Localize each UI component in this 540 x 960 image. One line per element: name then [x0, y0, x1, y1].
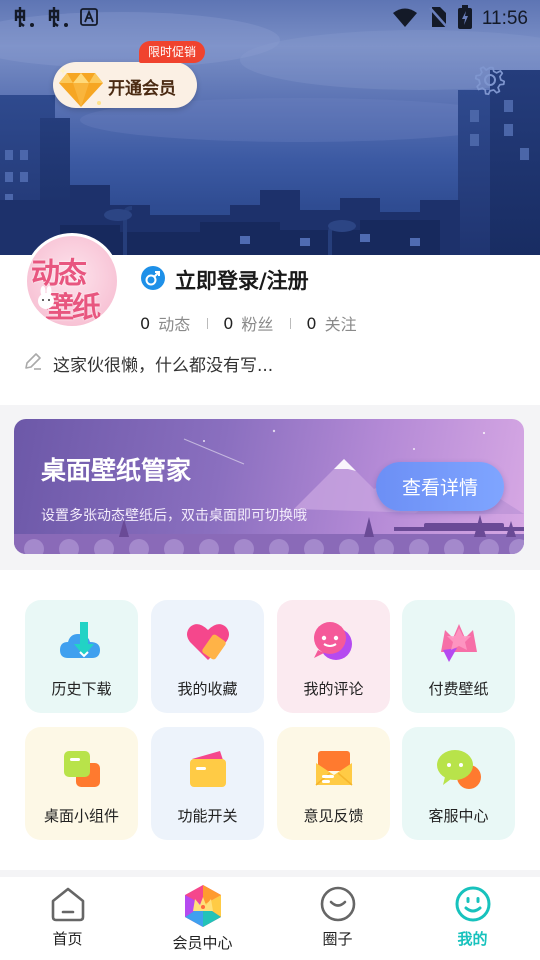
stat-following[interactable]: 0 关注 — [306, 311, 356, 335]
app-notification-icon — [46, 5, 72, 33]
bio[interactable]: 这家伙很懒，什么都没有写... — [23, 351, 273, 376]
home-icon — [49, 885, 87, 927]
nav-mine[interactable]: 我的 — [405, 877, 540, 960]
profile-card: 动态 壁纸 立即登录/注册 0 动态 0 粉丝 0 关注 这家伙很懒，什么都没有… — [0, 233, 540, 405]
avatar[interactable]: 动态 壁纸 — [24, 233, 120, 329]
feature-toggles[interactable]: 功能开关 — [151, 727, 264, 840]
stat-value: 0 — [140, 313, 151, 333]
feature-grid: 历史下载 我的收藏 我的评论 付费壁纸 桌面小组件 功能开关 意见反馈 客服中心 — [0, 570, 540, 870]
feature-label: 功能开关 — [177, 807, 238, 825]
feature-label: 桌面小组件 — [43, 807, 119, 825]
feature-label: 付费壁纸 — [428, 680, 489, 698]
pencil-icon — [23, 351, 43, 376]
stat-followers[interactable]: 0 粉丝 — [223, 311, 273, 335]
nav-label: 首页 — [52, 930, 83, 948]
feedback-envelope-icon — [310, 745, 358, 793]
stat-posts[interactable]: 0 动态 — [140, 311, 190, 335]
crown-star-icon — [435, 618, 483, 666]
nav-circle[interactable]: 圈子 — [270, 877, 405, 960]
heart-icon — [184, 618, 232, 666]
nav-vip-center[interactable]: 会员中心 — [135, 877, 270, 960]
open-vip-label: 开通会员 — [108, 79, 176, 99]
feature-my-favorites[interactable]: 我的收藏 — [151, 600, 264, 713]
settings-button[interactable] — [474, 64, 506, 100]
customer-service-chat-icon — [435, 745, 483, 793]
stat-label: 粉丝 — [241, 315, 274, 334]
divider — [290, 317, 292, 329]
nav-home[interactable]: 首页 — [0, 877, 135, 960]
divider — [207, 317, 209, 329]
nav-label: 我的 — [457, 930, 488, 948]
feature-label: 我的收藏 — [177, 680, 238, 698]
battery-charging-icon — [457, 5, 472, 33]
stat-label: 关注 — [324, 315, 357, 334]
feature-paid-wallpapers[interactable]: 付费壁纸 — [402, 600, 515, 713]
wallpaper-manager-banner[interactable]: 桌面壁纸管家 设置多张动态壁纸后，双击桌面即可切换哦 查看详情 — [14, 419, 524, 554]
app-notification-icon — [12, 5, 38, 33]
stat-value: 0 — [306, 313, 317, 333]
feature-feedback[interactable]: 意见反馈 — [277, 727, 390, 840]
no-sim-icon — [428, 5, 448, 33]
feature-label: 客服中心 — [428, 807, 489, 825]
download-cloud-icon — [58, 618, 106, 666]
bottom-nav: 首页 会员中心 圈子 我的 — [0, 877, 540, 960]
status-time: 11:56 — [481, 8, 528, 29]
nav-label: 会员中心 — [172, 934, 233, 952]
feature-history-downloads[interactable]: 历史下载 — [25, 600, 138, 713]
nav-label: 圈子 — [322, 930, 353, 948]
feature-label: 历史下载 — [51, 680, 112, 698]
accessibility-notification-icon — [80, 8, 98, 30]
stat-label: 动态 — [158, 315, 191, 334]
vip-crown-icon — [181, 883, 225, 933]
header-background — [0, 0, 540, 258]
comment-bubble-icon — [310, 618, 358, 666]
open-vip-button[interactable]: 开通会员 — [53, 62, 197, 108]
circle-face-icon — [319, 885, 357, 927]
feature-label: 意见反馈 — [303, 807, 364, 825]
male-gender-icon — [141, 266, 165, 294]
profile-smile-icon — [454, 885, 492, 927]
feature-customer-service[interactable]: 客服中心 — [402, 727, 515, 840]
banner-title: 桌面壁纸管家 — [41, 456, 192, 485]
login-register-link[interactable]: 立即登录/注册 — [175, 265, 309, 295]
status-bar: 11:56 — [0, 0, 540, 38]
banner-subtitle: 设置多张动态壁纸后，双击桌面即可切换哦 — [41, 508, 307, 524]
feature-label: 我的评论 — [303, 680, 364, 698]
promo-badge: 限时促销 — [139, 41, 206, 63]
bio-text: 这家伙很懒，什么都没有写... — [53, 356, 274, 376]
feature-my-comments[interactable]: 我的评论 — [277, 600, 390, 713]
city-night-illustration — [0, 12, 540, 258]
diamond-icon — [57, 65, 105, 113]
stat-value: 0 — [223, 313, 234, 333]
bunny-icon — [35, 286, 57, 314]
widget-icon — [58, 745, 106, 793]
profile-stats: 0 动态 0 粉丝 0 关注 — [140, 311, 357, 335]
feature-desktop-widgets[interactable]: 桌面小组件 — [25, 727, 138, 840]
wallet-icon — [184, 745, 232, 793]
gear-icon — [474, 66, 506, 100]
wifi-icon — [392, 7, 418, 31]
view-details-button[interactable]: 查看详情 — [376, 462, 504, 511]
